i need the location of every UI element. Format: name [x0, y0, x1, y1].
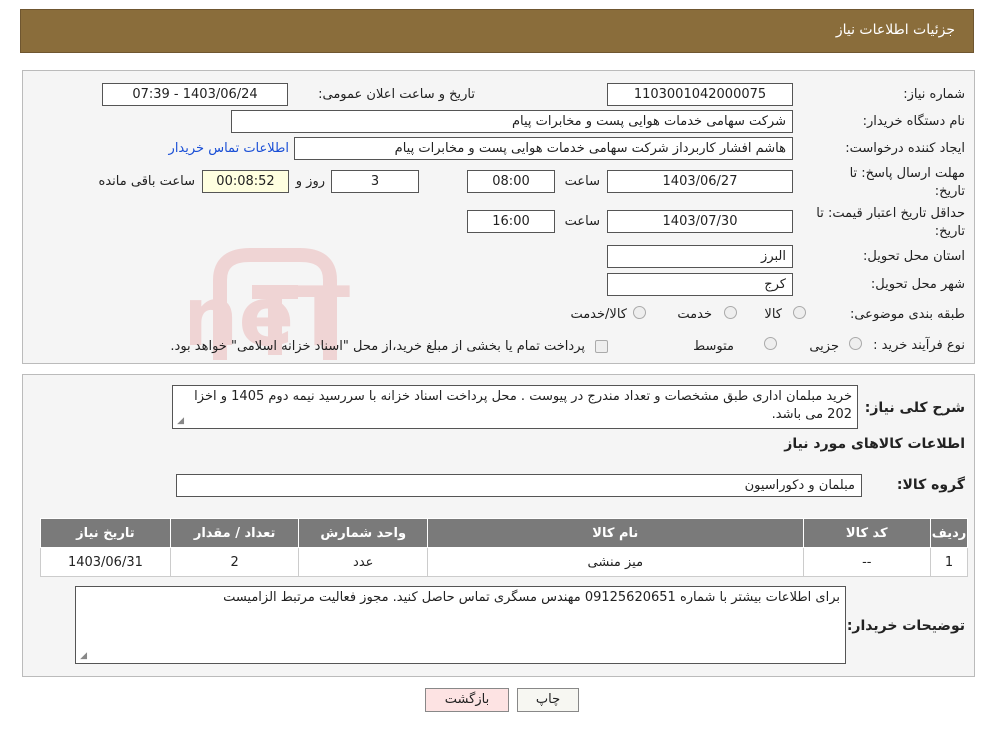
- resize-grip-icon[interactable]: ◢: [175, 417, 184, 426]
- col-qty: تعداد / مقدار: [169, 518, 300, 548]
- reply-deadline-label-2: تاریخ:: [934, 184, 965, 199]
- reply-time-label: ساعت: [564, 174, 600, 189]
- need-number-field: 1103001042000075: [607, 83, 793, 106]
- col-date: تاریخ نیاز: [40, 518, 171, 548]
- requester-field: هاشم افشار کاربرداز شرکت سهامی خدمات هوا…: [294, 137, 793, 160]
- cell-qty: 2: [169, 547, 300, 577]
- city-label: شهر محل تحویل:: [870, 277, 965, 292]
- cell-date: 1403/06/31: [40, 547, 171, 577]
- remaining-label: ساعت باقی مانده: [98, 174, 195, 189]
- category-option-goods-service: کالا/خدمت: [570, 307, 627, 322]
- reply-deadline-time: 08:00: [467, 170, 555, 193]
- description-text: خرید مبلمان اداری طبق مشخصات و تعداد مند…: [194, 389, 852, 422]
- reply-deadline-label: مهلت ارسال پاسخ: تا: [849, 166, 965, 181]
- announce-datetime-field: 1403/06/24 - 07:39: [102, 83, 288, 106]
- treasury-note: پرداخت تمام یا بخشی از مبلغ خرید،از محل …: [170, 339, 585, 354]
- category-option-goods: کالا: [764, 307, 782, 322]
- category-label: طبقه بندی موضوعی:: [849, 307, 965, 322]
- buyer-notes-field: برای اطلاعات بیشتر با شماره 09125620651 …: [75, 586, 846, 664]
- goods-group-field: مبلمان و دکوراسیون: [176, 474, 862, 497]
- page-header: جزئیات اطلاعات نیاز: [20, 9, 974, 53]
- days-label: روز و: [295, 174, 325, 189]
- buyer-org-field: شرکت سهامی خدمات هوایی پست و مخابرات پیا…: [231, 110, 793, 133]
- resize-grip-icon[interactable]: ◢: [78, 652, 87, 661]
- province-field: البرز: [607, 245, 793, 268]
- price-validity-time: 16:00: [467, 210, 555, 233]
- price-time-label: ساعت: [564, 214, 600, 229]
- process-radio-medium[interactable]: [764, 337, 777, 350]
- buyer-contact-link[interactable]: اطلاعات تماس خریدار: [169, 141, 289, 156]
- price-validity-date: 1403/07/30: [607, 210, 793, 233]
- buyer-notes-label: توضیحات خریدار:: [846, 618, 965, 634]
- col-row: ردیف: [930, 518, 968, 548]
- city-field: کرج: [607, 273, 793, 296]
- description-field: خرید مبلمان اداری طبق مشخصات و تعداد مند…: [172, 385, 858, 429]
- category-radio-goods-service[interactable]: [633, 306, 646, 319]
- print-button[interactable]: چاپ: [517, 688, 579, 712]
- reply-deadline-date: 1403/06/27: [607, 170, 793, 193]
- buyer-org-label: نام دستگاه خریدار:: [862, 114, 965, 129]
- description-label: شرح کلی نیاز:: [864, 400, 965, 416]
- col-code: کد کالا: [802, 518, 932, 548]
- announce-datetime-label: تاریخ و ساعت اعلان عمومی:: [318, 87, 475, 102]
- process-option-medium: متوسط: [693, 339, 734, 354]
- table-row: 1 -- میز منشی عدد 2 1403/06/31: [40, 547, 968, 577]
- price-validity-label-2: تاریخ:: [934, 224, 965, 239]
- col-unit: واحد شمارش: [298, 518, 429, 548]
- goods-table: ردیف کد کالا نام کالا واحد شمارش تعداد /…: [40, 518, 968, 577]
- requester-label: ایجاد کننده درخواست:: [845, 141, 965, 156]
- col-name: نام کالا: [427, 518, 804, 548]
- category-option-service: خدمت: [677, 307, 712, 322]
- process-option-minor: جزیی: [809, 339, 839, 354]
- process-radio-minor[interactable]: [849, 337, 862, 350]
- cell-row: 1: [930, 547, 968, 577]
- category-radio-goods[interactable]: [793, 306, 806, 319]
- cell-unit: عدد: [298, 547, 429, 577]
- buyer-notes-text: برای اطلاعات بیشتر با شماره 09125620651 …: [223, 590, 840, 605]
- need-number-label: شماره نیاز:: [903, 87, 965, 102]
- page-title: جزئیات اطلاعات نیاز: [835, 22, 955, 38]
- goods-group-label: گروه کالا:: [896, 477, 965, 493]
- category-radio-service[interactable]: [724, 306, 737, 319]
- goods-section-title: اطلاعات کالاهای مورد نیاز: [784, 436, 965, 452]
- treasury-checkbox[interactable]: [595, 340, 608, 353]
- treasury-note-checkbox-container: [595, 339, 608, 354]
- back-button[interactable]: بازگشت: [425, 688, 509, 712]
- cell-code: --: [802, 547, 932, 577]
- province-label: استان محل تحویل:: [863, 249, 965, 264]
- process-type-label: نوع فرآیند خرید :: [873, 338, 965, 353]
- remaining-time: 00:08:52: [202, 170, 289, 193]
- cell-name: میز منشی: [427, 547, 804, 577]
- days-remaining: 3: [331, 170, 419, 193]
- price-validity-label: حداقل تاریخ اعتبار قیمت: تا: [816, 206, 965, 221]
